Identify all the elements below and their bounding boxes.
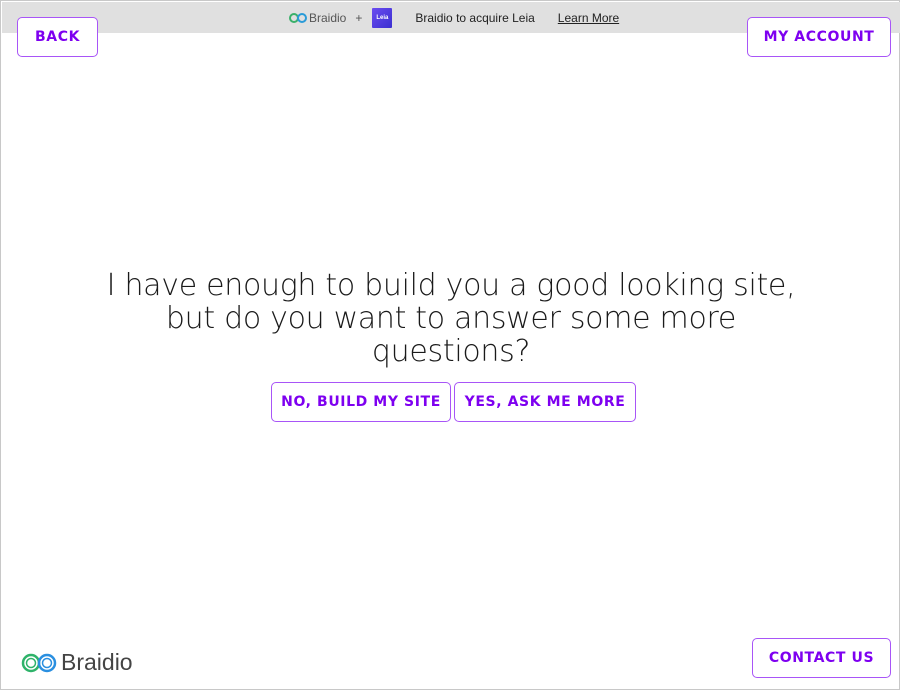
learn-more-link[interactable]: Learn More (558, 11, 619, 25)
footer-braidio-logo[interactable]: Braidio (21, 649, 133, 676)
infinity-logo-icon (289, 12, 307, 23)
leia-logo: Leia (372, 7, 393, 28)
footer-brand-name: Braidio (61, 649, 133, 675)
page-frame: Braidio + Leia Braidio to acquire Leia L… (0, 0, 900, 690)
question-text: I have enough to build you a good lookin… (1, 269, 900, 368)
back-button[interactable]: BACK (17, 17, 98, 57)
question-heading: I have enough to build you a good lookin… (106, 268, 796, 369)
yes-ask-me-more-button[interactable]: YES, ASK ME MORE (454, 382, 636, 422)
infinity-logo-icon (21, 653, 57, 672)
banner-braidio-logo: Braidio (289, 11, 346, 25)
my-account-button[interactable]: MY ACCOUNT (747, 17, 891, 57)
banner-message: Braidio to acquire Leia (415, 10, 535, 25)
contact-us-button[interactable]: CONTACT US (752, 638, 891, 678)
plus-sign: + (355, 10, 363, 25)
no-build-my-site-button[interactable]: NO, BUILD MY SITE (271, 382, 451, 422)
banner-brand-name: Braidio (309, 10, 347, 25)
